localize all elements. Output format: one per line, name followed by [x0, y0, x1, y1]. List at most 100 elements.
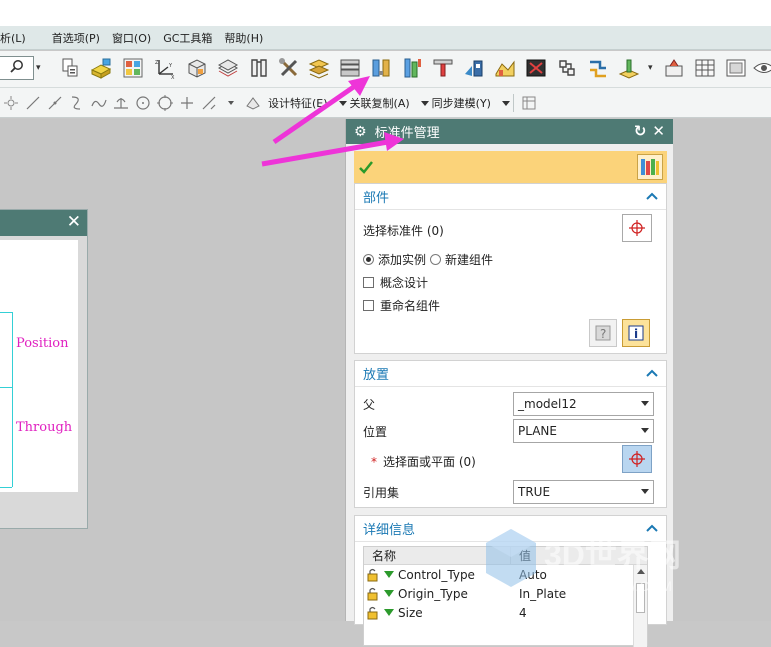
sprue-icon[interactable]	[431, 56, 455, 80]
feature-icon[interactable]	[244, 94, 262, 112]
tools-icon[interactable]	[277, 56, 301, 80]
standard-part-icon[interactable]	[369, 56, 393, 80]
chevron-up-icon[interactable]	[646, 522, 658, 537]
select-part-button[interactable]	[622, 214, 652, 242]
menu-gc-toolbox[interactable]: GC工具箱	[157, 30, 218, 46]
reference-set-value: TRUE	[518, 485, 551, 499]
column-header-name[interactable]: 名称	[364, 547, 511, 564]
parent-label: 父	[363, 398, 376, 412]
menu-window[interactable]: 窗口(O)	[106, 30, 157, 46]
add-instance-radio[interactable]	[363, 254, 374, 265]
snap-points-icon[interactable]	[2, 94, 20, 112]
eye-icon[interactable]	[752, 56, 771, 80]
row-name: Control_Type	[398, 567, 475, 582]
scroll-up-icon[interactable]	[637, 569, 645, 574]
sync-modeling-dropdown-icon[interactable]	[497, 94, 510, 112]
search-field[interactable]	[0, 56, 34, 80]
rename-component-checkbox[interactable]	[363, 300, 374, 311]
line-icon[interactable]	[24, 94, 42, 112]
csys-icon[interactable]: Z X Y	[153, 56, 177, 80]
arc-icon[interactable]	[68, 94, 86, 112]
side-window-titlebar: ✕	[0, 210, 87, 236]
ok-bar	[354, 151, 667, 183]
bom-icon[interactable]	[662, 56, 686, 80]
ejector-pin-icon[interactable]	[400, 56, 424, 80]
new-component-radio[interactable]	[430, 254, 442, 265]
design-feature-dropdown-icon[interactable]	[334, 94, 347, 112]
part-icon[interactable]	[89, 56, 113, 80]
parent-select[interactable]: _model12	[513, 392, 654, 416]
point-icon[interactable]	[178, 94, 196, 112]
mold-base-icon[interactable]	[338, 56, 362, 80]
design-feature-button[interactable]: 设计特征(E)	[264, 95, 332, 111]
circle-center-icon[interactable]	[156, 94, 174, 112]
scroll-thumb[interactable]	[636, 583, 645, 613]
select-face-button[interactable]	[622, 445, 652, 473]
box-icon[interactable]	[185, 56, 209, 80]
vertical-scrollbar[interactable]	[633, 565, 647, 647]
menu-preferences[interactable]: 首选项(P)	[46, 30, 106, 46]
main-toolbar: ▾ ZXY ▾	[0, 51, 771, 88]
layers-icon[interactable]	[216, 56, 240, 80]
close-icon[interactable]: ✕	[67, 212, 81, 232]
placement-section: 放置 父 _model12 位置 PLANE * 选择面或平面 (0) 引用集 …	[354, 360, 667, 508]
table-row[interactable]: Size 4	[364, 603, 647, 622]
slider-icon[interactable]	[462, 56, 486, 80]
assembly-icon[interactable]	[307, 56, 331, 80]
pocket-dropdown-icon[interactable]: ▾	[648, 63, 653, 73]
table-icon[interactable]	[520, 94, 538, 112]
library-icon[interactable]	[637, 154, 663, 180]
row-value[interactable]: In_Plate	[511, 584, 647, 603]
view-icon[interactable]	[724, 56, 748, 80]
table-row[interactable]: Origin_Type In_Plate	[364, 584, 647, 603]
placement-section-header[interactable]: 放置	[355, 361, 666, 387]
trim-icon[interactable]	[586, 56, 610, 80]
cooling-icon[interactable]	[524, 56, 548, 80]
drawing-icon[interactable]	[693, 56, 717, 80]
close-icon[interactable]: ✕	[652, 122, 665, 140]
section-title: 详细信息	[363, 523, 416, 538]
details-table: 名称 值 Control_Type Auto Origin_Type In_Pl…	[363, 546, 648, 647]
frame-icon[interactable]	[247, 56, 271, 80]
standard-part-manager-dialog: ⚙ 标准件管理 ↻ ✕ 部件 选择标准件 (0) 添加实例 新建组件 概念设计 …	[345, 119, 673, 647]
circle-icon[interactable]	[134, 94, 152, 112]
check-icon[interactable]	[358, 159, 374, 178]
feature-toolbar: 设计特征(E) 关联复制(A) 同步建模(Y)	[0, 88, 771, 118]
chevron-up-icon[interactable]	[646, 190, 658, 205]
gallery-icon[interactable]	[121, 56, 145, 80]
svg-text:Y: Y	[168, 63, 173, 69]
spline-icon[interactable]	[90, 94, 108, 112]
menu-help[interactable]: 帮助(H)	[218, 30, 269, 46]
position-value: PLANE	[518, 424, 557, 438]
position-select[interactable]: PLANE	[513, 419, 654, 443]
column-header-value[interactable]: 值	[511, 547, 647, 564]
details-section-header[interactable]: 详细信息	[355, 516, 666, 542]
gear-icon[interactable]: ⚙	[354, 124, 367, 140]
concept-design-checkbox[interactable]	[363, 277, 374, 288]
sync-modeling-button[interactable]: 同步建模(Y)	[428, 95, 495, 111]
pocket-icon[interactable]	[617, 56, 641, 80]
menu-analysis[interactable]: 析(L)	[0, 30, 32, 46]
part-section-header[interactable]: 部件	[355, 184, 666, 210]
search-icon	[9, 59, 25, 78]
search-dropdown-icon[interactable]: ▾	[36, 63, 41, 73]
line-tangent-icon[interactable]	[46, 94, 64, 112]
perpendicular-icon[interactable]	[112, 94, 130, 112]
file-icon[interactable]	[58, 56, 82, 80]
info-button[interactable]: i	[622, 319, 650, 347]
insert-icon[interactable]	[493, 56, 517, 80]
associative-copy-button[interactable]: 关联复制(A)	[346, 95, 414, 111]
reset-icon[interactable]: ↻	[634, 122, 647, 140]
dropdown-icon[interactable]	[222, 94, 240, 112]
chevron-up-icon[interactable]	[646, 367, 658, 382]
associative-copy-dropdown-icon[interactable]	[416, 94, 429, 112]
row-value[interactable]: Auto	[511, 565, 647, 584]
dialog-title: 标准件管理	[374, 126, 440, 141]
electrode-icon[interactable]	[555, 56, 579, 80]
reference-set-select[interactable]: TRUE	[513, 480, 654, 504]
help-button[interactable]: ?	[589, 319, 617, 347]
table-row[interactable]: Control_Type Auto	[364, 565, 647, 584]
row-value[interactable]: 4	[511, 603, 647, 622]
tangent-line-icon[interactable]	[200, 94, 218, 112]
expand-triangle-icon	[384, 590, 394, 597]
